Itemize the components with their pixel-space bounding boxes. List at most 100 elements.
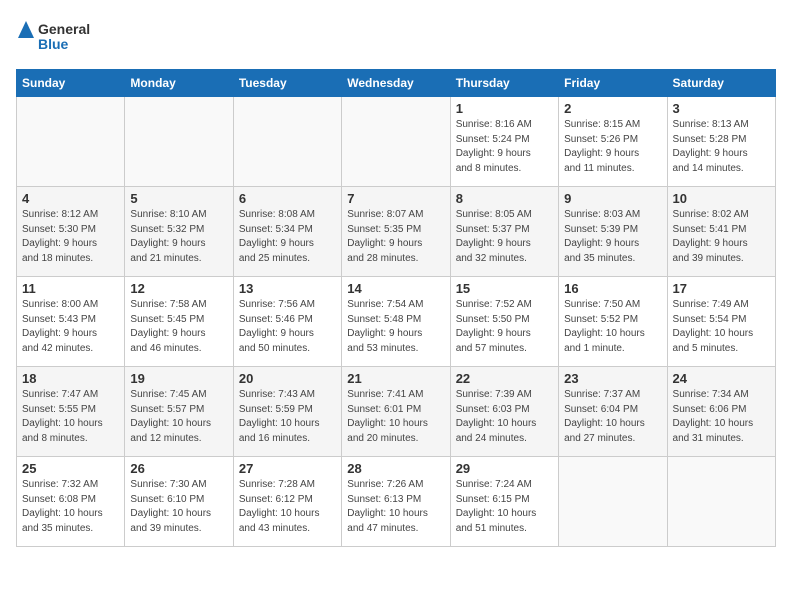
calendar-week-2: 4 Sunrise: 8:12 AM Sunset: 5:30 PM Daylig… <box>17 187 776 277</box>
day-info: Sunrise: 7:41 AM Sunset: 6:01 PM Dayligh… <box>347 388 444 446</box>
calendar-cell: 25 Sunrise: 7:32 AM Sunset: 6:08 PM Dayli… <box>17 457 125 547</box>
calendar-cell: 23 Sunrise: 7:37 AM Sunset: 6:04 PM Dayli… <box>559 367 667 457</box>
calendar-cell: 11Sunrise: 8:00 AM Sunset: 5:43 PM Dayli… <box>17 277 125 367</box>
day-number: 6 <box>239 191 336 206</box>
day-number: 4 <box>22 191 119 206</box>
calendar-cell: 13 Sunrise: 7:56 AM Sunset: 5:46 PM Dayli… <box>233 277 341 367</box>
calendar-cell: 9 Sunrise: 8:03 AM Sunset: 5:39 PM Daylig… <box>559 187 667 277</box>
calendar-cell <box>559 457 667 547</box>
calendar-cell <box>233 97 341 187</box>
day-number: 1 <box>456 101 553 116</box>
day-info: Sunrise: 7:43 AM Sunset: 5:59 PM Dayligh… <box>239 388 336 446</box>
day-info: Sunrise: 8:12 AM Sunset: 5:30 PM Dayligh… <box>22 208 119 266</box>
day-info: Sunrise: 8:15 AM Sunset: 5:26 PM Dayligh… <box>564 118 661 176</box>
weekday-header-friday: Friday <box>559 70 667 97</box>
calendar-cell: 6 Sunrise: 8:08 AM Sunset: 5:34 PM Daylig… <box>233 187 341 277</box>
calendar-cell: 27 Sunrise: 7:28 AM Sunset: 6:12 PM Dayli… <box>233 457 341 547</box>
day-number: 15 <box>456 281 553 296</box>
day-number: 13 <box>239 281 336 296</box>
day-number: 5 <box>130 191 227 206</box>
day-info: Sunrise: 7:30 AM Sunset: 6:10 PM Dayligh… <box>130 478 227 536</box>
day-info: Sunrise: 7:37 AM Sunset: 6:04 PM Dayligh… <box>564 388 661 446</box>
day-info: Sunrise: 7:56 AM Sunset: 5:46 PM Dayligh… <box>239 298 336 356</box>
calendar-cell: 17 Sunrise: 7:49 AM Sunset: 5:54 PM Dayli… <box>667 277 775 367</box>
day-number: 17 <box>673 281 770 296</box>
day-number: 2 <box>564 101 661 116</box>
day-info: Sunrise: 7:28 AM Sunset: 6:12 PM Dayligh… <box>239 478 336 536</box>
calendar-week-3: 11Sunrise: 8:00 AM Sunset: 5:43 PM Dayli… <box>17 277 776 367</box>
day-info: Sunrise: 8:13 AM Sunset: 5:28 PM Dayligh… <box>673 118 770 176</box>
day-number: 27 <box>239 461 336 476</box>
day-info: Sunrise: 7:34 AM Sunset: 6:06 PM Dayligh… <box>673 388 770 446</box>
calendar-cell: 18Sunrise: 7:47 AM Sunset: 5:55 PM Dayli… <box>17 367 125 457</box>
day-info: Sunrise: 7:39 AM Sunset: 6:03 PM Dayligh… <box>456 388 553 446</box>
calendar-cell: 22 Sunrise: 7:39 AM Sunset: 6:03 PM Dayli… <box>450 367 558 457</box>
calendar-cell: 26 Sunrise: 7:30 AM Sunset: 6:10 PM Dayli… <box>125 457 233 547</box>
calendar-cell: 21 Sunrise: 7:41 AM Sunset: 6:01 PM Dayli… <box>342 367 450 457</box>
calendar-cell: 15 Sunrise: 7:52 AM Sunset: 5:50 PM Dayli… <box>450 277 558 367</box>
day-number: 16 <box>564 281 661 296</box>
calendar-cell: 14 Sunrise: 7:54 AM Sunset: 5:48 PM Dayli… <box>342 277 450 367</box>
day-info: Sunrise: 7:58 AM Sunset: 5:45 PM Dayligh… <box>130 298 227 356</box>
svg-text:Blue: Blue <box>38 36 69 52</box>
day-info: Sunrise: 8:03 AM Sunset: 5:39 PM Dayligh… <box>564 208 661 266</box>
calendar-week-1: 1 Sunrise: 8:16 AM Sunset: 5:24 PM Daylig… <box>17 97 776 187</box>
calendar-table: SundayMondayTuesdayWednesdayThursdayFrid… <box>16 69 776 547</box>
calendar-cell: 4 Sunrise: 8:12 AM Sunset: 5:30 PM Daylig… <box>17 187 125 277</box>
weekday-header-monday: Monday <box>125 70 233 97</box>
day-info: Sunrise: 7:45 AM Sunset: 5:57 PM Dayligh… <box>130 388 227 446</box>
calendar-cell <box>667 457 775 547</box>
day-number: 26 <box>130 461 227 476</box>
day-info: Sunrise: 7:24 AM Sunset: 6:15 PM Dayligh… <box>456 478 553 536</box>
day-number: 24 <box>673 371 770 386</box>
calendar-cell <box>17 97 125 187</box>
day-number: 11 <box>22 281 119 296</box>
calendar-cell: 12 Sunrise: 7:58 AM Sunset: 5:45 PM Dayli… <box>125 277 233 367</box>
day-info: Sunrise: 8:07 AM Sunset: 5:35 PM Dayligh… <box>347 208 444 266</box>
day-number: 23 <box>564 371 661 386</box>
day-number: 9 <box>564 191 661 206</box>
weekday-header-sunday: Sunday <box>17 70 125 97</box>
calendar-cell: 16 Sunrise: 7:50 AM Sunset: 5:52 PM Dayli… <box>559 277 667 367</box>
calendar-cell: 8 Sunrise: 8:05 AM Sunset: 5:37 PM Daylig… <box>450 187 558 277</box>
weekday-header-wednesday: Wednesday <box>342 70 450 97</box>
calendar-cell: 29 Sunrise: 7:24 AM Sunset: 6:15 PM Dayli… <box>450 457 558 547</box>
day-info: Sunrise: 8:16 AM Sunset: 5:24 PM Dayligh… <box>456 118 553 176</box>
day-number: 12 <box>130 281 227 296</box>
day-number: 22 <box>456 371 553 386</box>
calendar-cell: 3 Sunrise: 8:13 AM Sunset: 5:28 PM Daylig… <box>667 97 775 187</box>
day-number: 8 <box>456 191 553 206</box>
day-number: 18 <box>22 371 119 386</box>
calendar-cell: 10 Sunrise: 8:02 AM Sunset: 5:41 PM Dayli… <box>667 187 775 277</box>
calendar-cell: 24 Sunrise: 7:34 AM Sunset: 6:06 PM Dayli… <box>667 367 775 457</box>
day-number: 19 <box>130 371 227 386</box>
day-info: Sunrise: 7:54 AM Sunset: 5:48 PM Dayligh… <box>347 298 444 356</box>
calendar-cell: 28 Sunrise: 7:26 AM Sunset: 6:13 PM Dayli… <box>342 457 450 547</box>
day-number: 14 <box>347 281 444 296</box>
day-info: Sunrise: 8:08 AM Sunset: 5:34 PM Dayligh… <box>239 208 336 266</box>
day-info: Sunrise: 7:50 AM Sunset: 5:52 PM Dayligh… <box>564 298 661 356</box>
calendar-cell: 5Sunrise: 8:10 AM Sunset: 5:32 PM Daylig… <box>125 187 233 277</box>
weekday-header-tuesday: Tuesday <box>233 70 341 97</box>
calendar-cell <box>342 97 450 187</box>
day-number: 21 <box>347 371 444 386</box>
calendar-week-4: 18Sunrise: 7:47 AM Sunset: 5:55 PM Dayli… <box>17 367 776 457</box>
day-info: Sunrise: 8:05 AM Sunset: 5:37 PM Dayligh… <box>456 208 553 266</box>
logo: General Blue <box>16 16 96 61</box>
day-info: Sunrise: 7:49 AM Sunset: 5:54 PM Dayligh… <box>673 298 770 356</box>
day-number: 29 <box>456 461 553 476</box>
calendar-cell: 2 Sunrise: 8:15 AM Sunset: 5:26 PM Daylig… <box>559 97 667 187</box>
day-number: 10 <box>673 191 770 206</box>
day-info: Sunrise: 7:26 AM Sunset: 6:13 PM Dayligh… <box>347 478 444 536</box>
day-number: 3 <box>673 101 770 116</box>
calendar-week-5: 25 Sunrise: 7:32 AM Sunset: 6:08 PM Dayli… <box>17 457 776 547</box>
svg-text:General: General <box>38 21 90 37</box>
day-info: Sunrise: 7:52 AM Sunset: 5:50 PM Dayligh… <box>456 298 553 356</box>
day-info: Sunrise: 7:32 AM Sunset: 6:08 PM Dayligh… <box>22 478 119 536</box>
day-info: Sunrise: 8:02 AM Sunset: 5:41 PM Dayligh… <box>673 208 770 266</box>
day-number: 25 <box>22 461 119 476</box>
day-number: 28 <box>347 461 444 476</box>
calendar-cell: 19 Sunrise: 7:45 AM Sunset: 5:57 PM Dayli… <box>125 367 233 457</box>
day-number: 7 <box>347 191 444 206</box>
weekday-header-saturday: Saturday <box>667 70 775 97</box>
